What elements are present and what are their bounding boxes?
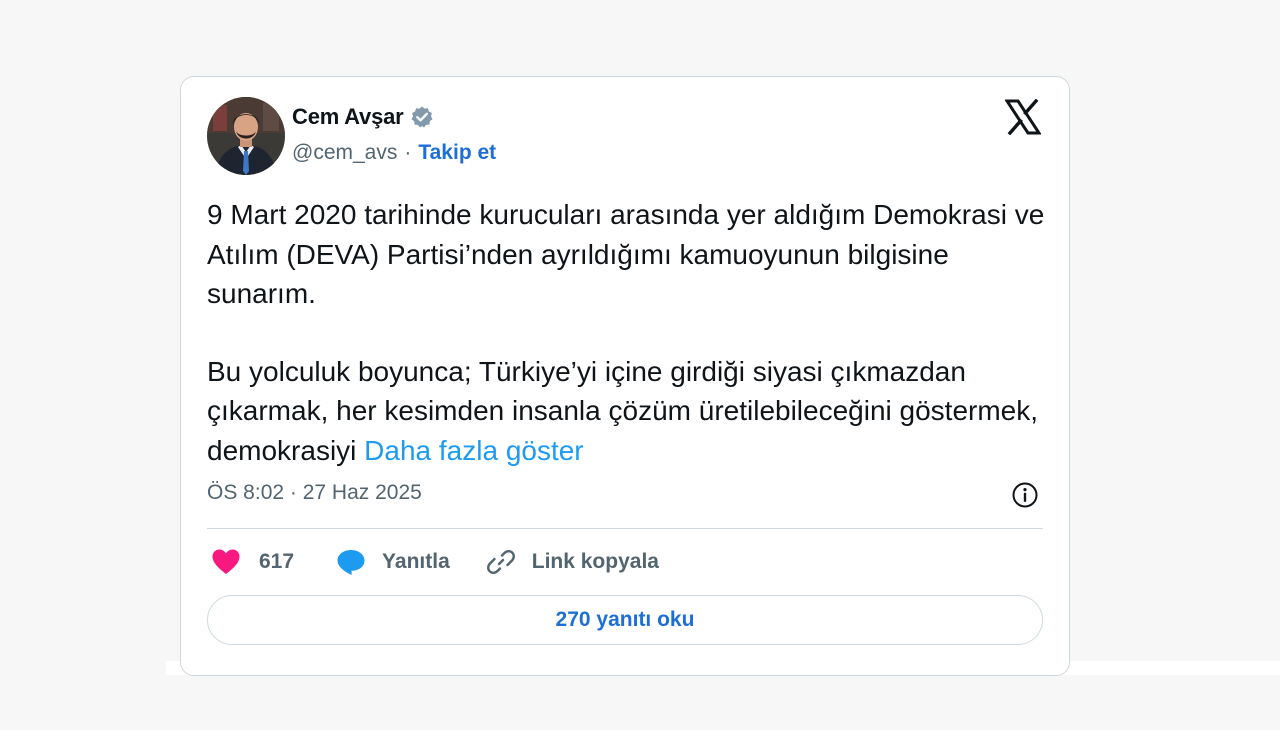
avatar[interactable] bbox=[207, 97, 285, 175]
follow-button[interactable]: Takip et bbox=[418, 141, 496, 165]
tweet-paragraph-1: 9 Mart 2020 tarihinde kurucuları arasınd… bbox=[207, 199, 1045, 309]
author-name[interactable]: Cem Avşar bbox=[292, 104, 404, 130]
read-replies-label: 270 yanıtı oku bbox=[555, 608, 695, 631]
author-name-row: Cem Avşar bbox=[292, 104, 434, 130]
action-bar: 617 Yanıtla Link kopyala bbox=[211, 545, 659, 579]
tweet-timestamp[interactable]: ÖS 8:02 · 27 Haz 2025 bbox=[207, 481, 422, 505]
like-count: 617 bbox=[259, 550, 295, 573]
read-replies-button[interactable]: 270 yanıtı oku bbox=[207, 595, 1043, 645]
show-more-link[interactable]: Daha fazla göster bbox=[364, 435, 583, 466]
handle-row: @cem_avs · Takip et bbox=[292, 141, 496, 165]
embedded-tweet-card: Cem Avşar @cem_avs · Takip et 9 Mart 202… bbox=[180, 76, 1070, 676]
separator-dot: · bbox=[404, 141, 412, 164]
avatar-photo bbox=[207, 97, 285, 175]
speech-bubble-icon bbox=[337, 550, 365, 575]
like-button[interactable]: 617 bbox=[211, 548, 294, 576]
x-logo-icon[interactable] bbox=[1004, 98, 1042, 136]
tweet-text: 9 Mart 2020 tarihinde kurucuları arasınd… bbox=[207, 195, 1057, 470]
copy-link-button[interactable]: Link kopyala bbox=[486, 547, 659, 577]
reply-button[interactable]: Yanıtla bbox=[336, 548, 450, 576]
divider bbox=[207, 528, 1043, 529]
tweet-paragraph-2-text: Bu yolculuk boyunca; Türkiye’yi içine gi… bbox=[207, 355, 1039, 466]
verified-badge-icon bbox=[410, 105, 434, 129]
tweet-paragraph-2: Bu yolculuk boyunca; Türkiye’yi içine gi… bbox=[207, 352, 1057, 471]
page: Cem Avşar @cem_avs · Takip et 9 Mart 202… bbox=[0, 0, 1280, 730]
copy-link-label: Link kopyala bbox=[531, 550, 659, 573]
author-handle[interactable]: @cem_avs bbox=[292, 141, 397, 165]
reply-label: Yanıtla bbox=[382, 550, 450, 573]
info-icon[interactable] bbox=[1011, 481, 1039, 509]
heart-icon bbox=[212, 549, 240, 574]
link-icon bbox=[486, 550, 515, 574]
